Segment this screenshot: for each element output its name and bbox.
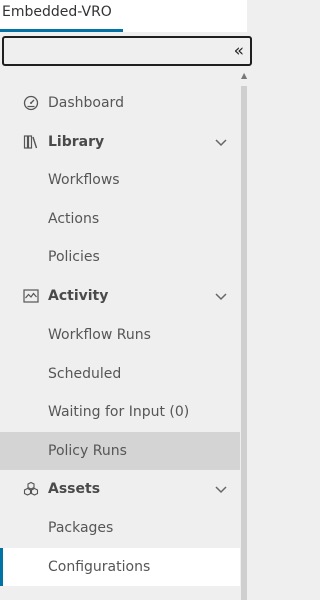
scrollbar-track[interactable] — [241, 86, 247, 600]
sidebar-item-dashboard[interactable]: Dashboard — [0, 84, 240, 122]
sidebar-item-actions[interactable]: Actions — [0, 200, 240, 238]
sidebar-item-label: Waiting for Input (0) — [48, 404, 190, 420]
sidebar-item-scheduled[interactable]: Scheduled — [0, 355, 240, 393]
top-bar: Embedded-VRO — [0, 0, 247, 32]
sidebar-item-packages[interactable]: Packages — [0, 509, 240, 547]
sidebar-item-configurations[interactable]: Configurations — [0, 548, 240, 586]
sidebar-item-label: Packages — [48, 520, 114, 536]
sidebar-item-label: Workflow Runs — [48, 327, 151, 343]
chevron-down-icon[interactable] — [213, 134, 229, 150]
app-tab-label: Embedded-VRO — [2, 4, 112, 20]
sidebar-item-policies[interactable]: Policies — [0, 238, 240, 276]
active-tab-underline — [0, 29, 123, 32]
sidebar-item-policy-runs[interactable]: Policy Runs — [0, 432, 240, 470]
sidebar-item-workflows[interactable]: Workflows — [0, 161, 240, 199]
sidebar-item-label: Scheduled — [48, 366, 122, 382]
sidebar-item-label: Dashboard — [48, 95, 124, 111]
library-icon — [23, 135, 38, 149]
sidebar-group-assets[interactable]: Assets — [0, 470, 240, 508]
active-indicator — [0, 548, 3, 586]
chevron-down-icon[interactable] — [213, 288, 229, 304]
sidebar-item-workflow-runs[interactable]: Workflow Runs — [0, 316, 240, 354]
scroll-up-arrow[interactable]: ▲ — [241, 70, 247, 82]
sidebar-group-activity[interactable]: Activity — [0, 277, 240, 315]
activity-icon — [23, 289, 39, 303]
sidebar-group-library[interactable]: Library — [0, 123, 240, 161]
sidebar-item-label: Assets — [48, 481, 101, 497]
chevron-down-icon[interactable] — [213, 481, 229, 497]
sidebar-item-label: Actions — [48, 211, 100, 227]
double-chevron-left-icon[interactable]: « — [234, 38, 244, 64]
sidebar-item-label: Policies — [48, 249, 100, 265]
sidebar-item-label: Activity — [48, 288, 109, 304]
sidebar-item-label: Library — [48, 134, 105, 150]
dashboard-icon — [23, 95, 39, 111]
sidebar-item-waiting-for-input[interactable]: Waiting for Input (0) — [0, 393, 240, 431]
sidebar-collapse-bar[interactable]: « — [2, 36, 252, 66]
sidebar-item-label: Workflows — [48, 172, 120, 188]
app-tab-embedded-vro[interactable]: Embedded-VRO — [0, 0, 123, 32]
sidebar-item-label: Configurations — [48, 559, 151, 575]
sidebar-item-label: Policy Runs — [48, 443, 127, 459]
assets-icon — [23, 481, 39, 496]
